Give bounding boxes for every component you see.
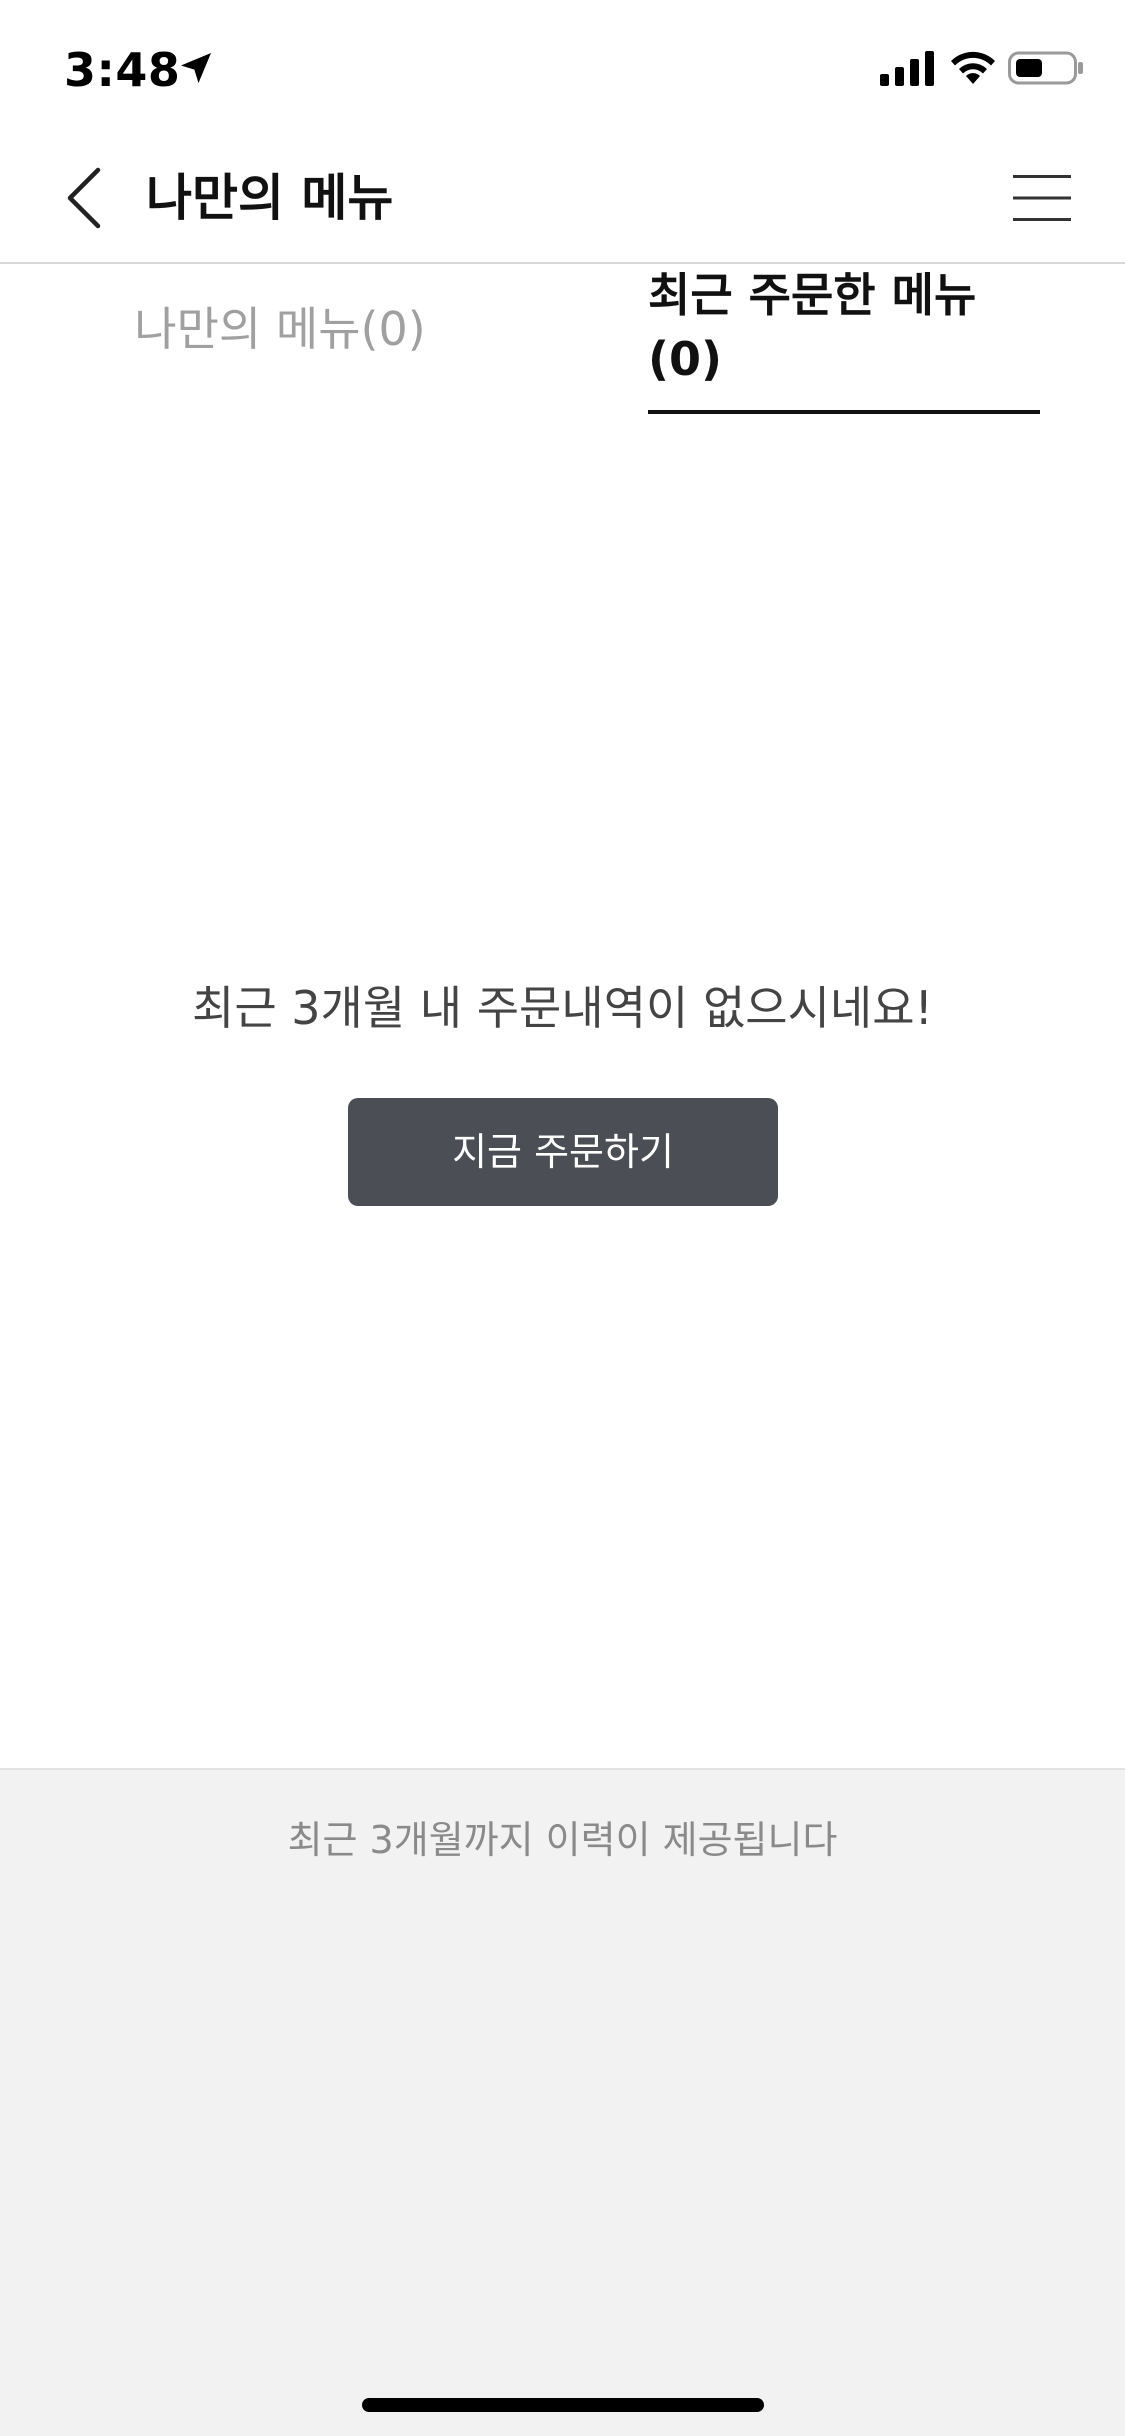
page-title: 나만의 메뉴 (146, 169, 394, 227)
home-indicator[interactable] (362, 2398, 764, 2412)
wifi-icon (951, 51, 995, 84)
battery-icon (1008, 51, 1083, 85)
empty-state-message: 최근 3개월 내 주문내역이 없으시네요! (192, 981, 933, 1035)
chevron-left-icon (67, 167, 101, 229)
tab-my-menu[interactable]: 나만의 메뉴(0) (60, 264, 500, 414)
hamburger-menu-icon (1013, 175, 1071, 221)
menu-button[interactable] (1010, 168, 1074, 228)
order-now-button[interactable]: 지금 주문하기 (348, 1098, 778, 1206)
location-arrow-icon (181, 53, 211, 83)
nav-header: 나만의 메뉴 (0, 132, 1125, 264)
status-time: 3:48 (64, 43, 181, 97)
back-button[interactable] (48, 162, 120, 234)
status-bar: 3:48 (0, 0, 1125, 132)
cellular-signal-icon (880, 51, 934, 86)
tab-recent-orders[interactable]: 최근 주문한 메뉴(0) (648, 264, 1040, 414)
history-notice: 최근 3개월까지 이력이 제공됩니다 (287, 1818, 838, 1862)
tab-bar: 나만의 메뉴(0) 최근 주문한 메뉴(0) (0, 264, 1125, 414)
footer: 최근 3개월까지 이력이 제공됩니다 (0, 1768, 1125, 2436)
